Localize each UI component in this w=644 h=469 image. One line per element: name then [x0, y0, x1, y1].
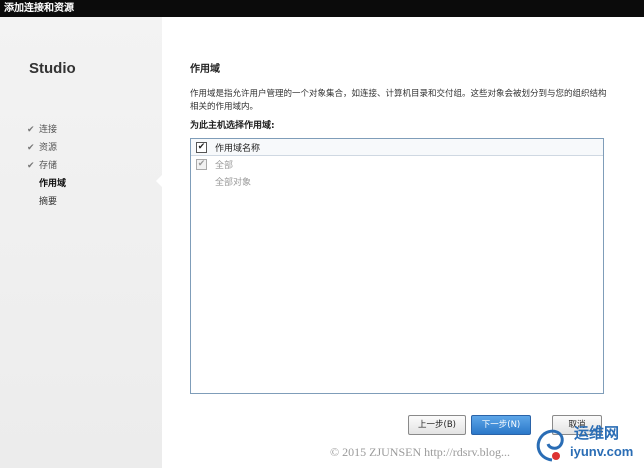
- step-label: 存储: [39, 161, 58, 171]
- brand-title: Studio: [29, 60, 76, 77]
- step-label: 摘要: [39, 197, 58, 207]
- step-scope: 作用域: [27, 175, 66, 193]
- page-title: 作用域: [190, 64, 220, 75]
- wizard-steps: ✔ 连接 ✔ 资源 ✔ 存储 作用域 摘要: [27, 121, 66, 211]
- logo-text-en: iyunv.com: [570, 444, 634, 459]
- site-logo: 运维网 iyunv.com: [532, 420, 642, 466]
- check-icon: ✔: [27, 125, 35, 135]
- step-summary: 摘要: [27, 193, 66, 211]
- page-description: 作用域是指允许用户管理的一个对象集合，如连接、计算机目录和交付组。这些对象会被划…: [190, 89, 607, 112]
- scope-name-column-label: 作用域名称: [215, 143, 261, 154]
- scope-row-label: 全部: [215, 161, 234, 171]
- step-connection: ✔ 连接: [27, 121, 66, 139]
- step-label: 作用域: [39, 179, 67, 189]
- scope-prompt: 为此主机选择作用域:: [190, 121, 275, 131]
- copyright-watermark: © 2015 ZJUNSEN http://rdsrv.blog...: [330, 445, 511, 459]
- next-button[interactable]: 下一步(N): [471, 415, 531, 435]
- step-label: 资源: [39, 143, 58, 153]
- check-icon: ✔: [27, 143, 35, 153]
- logo-text-cn: 运维网: [574, 424, 620, 442]
- scope-list-header[interactable]: ✔ 作用域名称: [191, 139, 603, 156]
- scope-all-checkbox: ✔: [196, 159, 207, 170]
- step-label: 连接: [39, 125, 58, 135]
- select-all-checkbox[interactable]: ✔: [196, 141, 207, 153]
- window-title: 添加连接和资源: [0, 0, 644, 17]
- scope-row-detail: 全部对象: [215, 178, 252, 188]
- check-icon: ✔: [27, 161, 35, 171]
- scope-row-description: 全部对象: [191, 173, 603, 190]
- logo-swirl-icon: [536, 429, 564, 462]
- wizard-content: 作用域 作用域是指允许用户管理的一个对象集合，如连接、计算机目录和交付组。这些对…: [162, 17, 644, 468]
- step-resources: ✔ 资源: [27, 139, 66, 157]
- back-button[interactable]: 上一步(B): [408, 415, 466, 435]
- step-storage: ✔ 存储: [27, 157, 66, 175]
- scope-list[interactable]: ✔ 作用域名称 ✔ 全部 全部对象: [190, 138, 604, 394]
- wizard-sidebar: Studio ✔ 连接 ✔ 资源 ✔ 存储 作用域 摘要: [0, 17, 162, 468]
- scope-row-all: ✔ 全部: [191, 156, 603, 173]
